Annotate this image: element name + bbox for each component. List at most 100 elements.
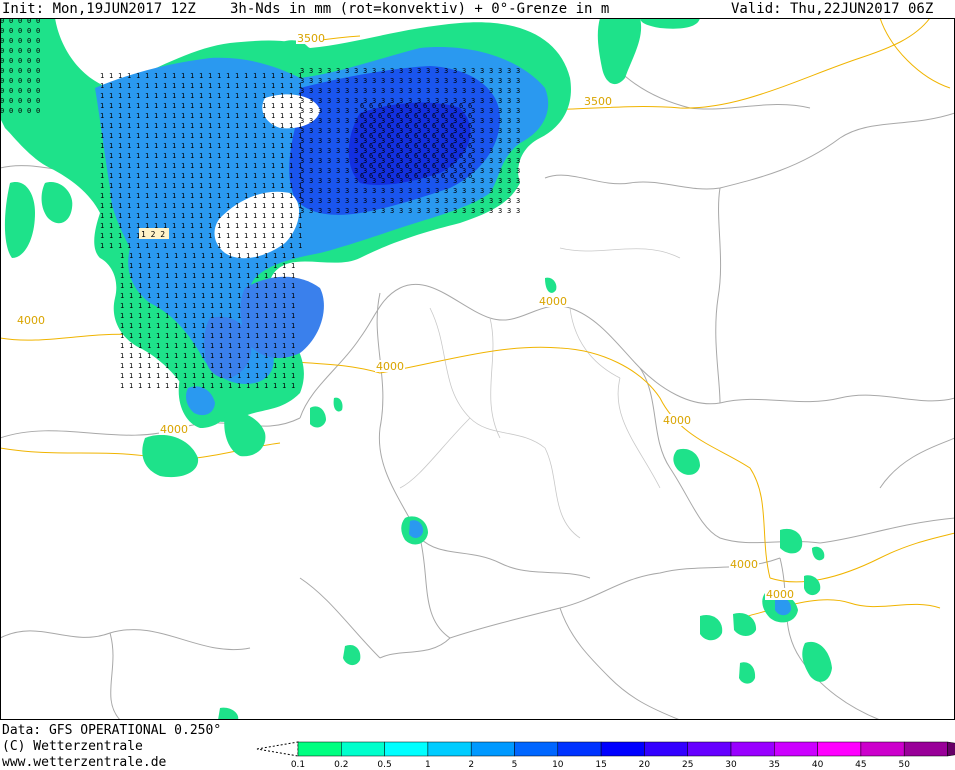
precip-digit: 1 [226,182,230,190]
precip-digit: 3 [426,197,430,205]
precip-digit: 1 [190,132,194,140]
precip-digit: 1 [273,362,277,370]
precip-digit: 1 [208,82,212,90]
precip-digit: 0 [9,77,13,85]
precip-digit: 6 [414,122,418,130]
precip-digit: 1 [219,352,223,360]
precip-digit: 1 [253,172,257,180]
precip-digit: 1 [289,212,293,220]
precip-digit: 1 [210,302,214,310]
precip-digit: 1 [291,272,295,280]
precip-digit: 3 [480,167,484,175]
precip-digit: 1 [156,332,160,340]
precip-digit: 3 [498,167,502,175]
precip-digit: 1 [217,132,221,140]
precip-digit: 1 [255,272,259,280]
precip-digit: 3 [480,137,484,145]
precip-digit: 6 [441,162,445,170]
precip-digit: 1 [163,192,167,200]
precip-digit: 1 [156,262,160,270]
precip-digit: 1 [271,112,275,120]
precip-digit: 1 [156,302,160,310]
precip-digit: 1 [199,152,203,160]
precip-digit: 1 [181,212,185,220]
precip-digit: 3 [318,97,322,105]
precip-digit: 3 [336,137,340,145]
precip-digit: 0 [9,107,13,115]
precip-digit: 1 [156,352,160,360]
precip-digit: 1 [289,222,293,230]
precip-digit: 1 [226,172,230,180]
precip-digit: 1 [271,192,275,200]
precip-digit: 3 [354,207,358,215]
precip-digit: 1 [138,312,142,320]
precip-digit: 3 [318,137,322,145]
precip-digit: 1 [271,122,275,130]
precip-digit: 3 [489,127,493,135]
precip-digit: 1 [138,372,142,380]
precip-digit: 1 [264,262,268,270]
precip-digit: 1 [264,272,268,280]
precip-digit: 1 [136,212,140,220]
precip-digit: 1 [262,172,266,180]
precip-digit: 1 [127,172,131,180]
precip-digit: 1 [219,362,223,370]
precip-digit: 1 [289,152,293,160]
precip-digit: 3 [399,67,403,75]
precip-digit: 6 [414,102,418,110]
precip-digit: 1 [280,202,284,210]
precip-digit: 1 [264,312,268,320]
precip-digit: 1 [264,252,268,260]
precip-digit: 1 [235,222,239,230]
precip-digit: 1 [163,172,167,180]
precip-digit: 3 [498,107,502,115]
precip-digit: 1 [199,142,203,150]
precip-digit: 1 [226,232,230,240]
legend-swatch [730,741,775,757]
precip-digit: 3 [507,147,511,155]
precip-digit: 1 [183,252,187,260]
precip-digit: 1 [264,302,268,310]
precip-digit: 1 [127,92,131,100]
precip-digit: 1 [136,162,140,170]
precip-digit: 1 [282,282,286,290]
precip-digit: 1 [138,332,142,340]
precip-digit: 1 [253,242,257,250]
precip-digit: 1 [118,152,122,160]
precip-digit: 1 [181,202,185,210]
precip-digit: 3 [327,77,331,85]
precip-digit: 1 [244,222,248,230]
precip-digit: 1 [109,102,113,110]
precip-digit: 1 [208,122,212,130]
precip-digit: 1 [226,132,230,140]
precip-digit: 1 [291,252,295,260]
precip-digit: 1 [201,372,205,380]
precip-digit: 3 [453,197,457,205]
precip-digit: 3 [309,67,313,75]
precip-digit: 1 [291,342,295,350]
precip-digit: 3 [309,137,313,145]
precip-digit: 1 [183,342,187,350]
precip-digit: 1 [120,362,124,370]
precip-digit: 1 [255,282,259,290]
precip-digit: 1 [120,322,124,330]
precip-digit: 1 [154,92,158,100]
precip-digit: 3 [327,197,331,205]
precip-digit: 3 [345,167,349,175]
precip-digit: 3 [480,67,484,75]
precip-digit: 1 [100,202,104,210]
precip-digit: 3 [354,117,358,125]
precip-digit: 0 [27,97,31,105]
precip-digit: 3 [435,197,439,205]
precip-digit: 1 [145,192,149,200]
precip-digit: 6 [405,162,409,170]
precip-digit: 1 [253,232,257,240]
precip-digit: 1 [181,162,185,170]
precip-digit: 1 [255,312,259,320]
precip-digit: 3 [309,77,313,85]
precip-digit: 1 [210,282,214,290]
precip-digit: 1 [109,162,113,170]
precip-digit: 6 [369,122,373,130]
precip-digit: 6 [414,152,418,160]
precip-digit: 3 [336,167,340,175]
